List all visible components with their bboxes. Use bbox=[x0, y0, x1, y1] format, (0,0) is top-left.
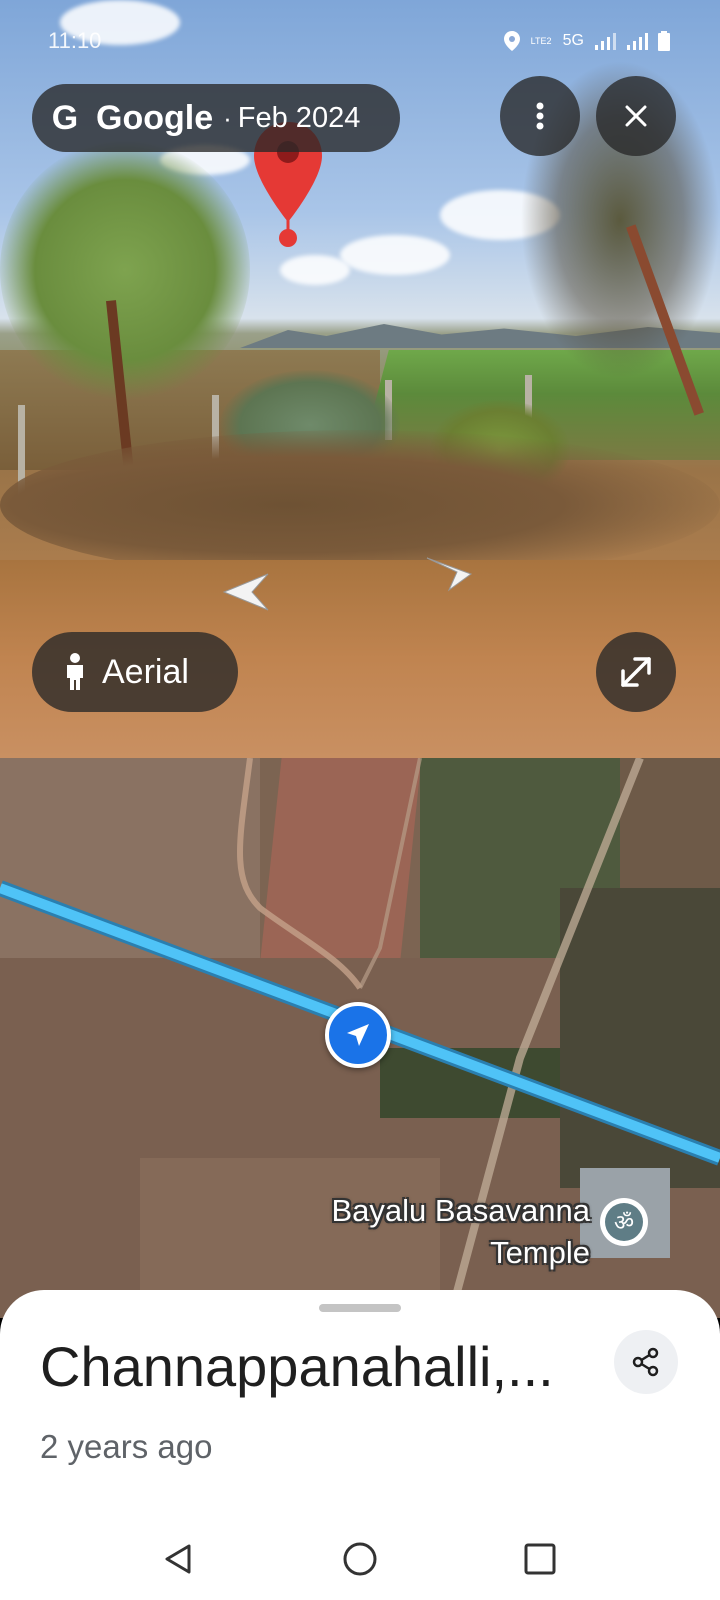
recents-icon bbox=[524, 1543, 556, 1575]
brand-label: Google bbox=[96, 98, 214, 137]
map-place-label-line2: Temple bbox=[490, 1235, 590, 1270]
separator: · bbox=[223, 102, 232, 133]
more-vert-icon bbox=[536, 102, 544, 130]
person-icon bbox=[67, 653, 83, 690]
imagery-age: 2 years ago bbox=[40, 1428, 213, 1465]
system-nav-bar bbox=[0, 1520, 720, 1600]
lte-label: LTE2 bbox=[530, 36, 552, 46]
temple-pin[interactable]: ॐ bbox=[600, 1198, 648, 1246]
back-icon bbox=[165, 1544, 191, 1574]
map-place-label[interactable]: Bayalu Basavanna Temple bbox=[270, 1190, 590, 1274]
imagery-header: G Google · Feb 2024 bbox=[32, 84, 400, 152]
cloud bbox=[340, 235, 450, 275]
more-options-button[interactable] bbox=[500, 76, 580, 156]
signal-icon bbox=[627, 33, 648, 50]
nav-arrow-icon[interactable] bbox=[425, 556, 475, 592]
signal-icon bbox=[595, 33, 616, 50]
share-icon bbox=[632, 1347, 659, 1377]
current-location-marker[interactable] bbox=[325, 1002, 391, 1068]
recents-button[interactable] bbox=[515, 1534, 565, 1584]
drag-handle[interactable] bbox=[319, 1304, 401, 1312]
expand-icon bbox=[621, 657, 651, 687]
close-button[interactable] bbox=[596, 76, 676, 156]
share-button[interactable] bbox=[614, 1330, 678, 1394]
nav-arrow-icon[interactable] bbox=[220, 572, 270, 612]
back-button[interactable] bbox=[153, 1534, 203, 1584]
cloud bbox=[280, 255, 350, 285]
home-icon bbox=[343, 1542, 377, 1576]
tree-canopy bbox=[0, 140, 250, 400]
network-type: 5G bbox=[562, 32, 584, 49]
place-title: Channappanahalli,... bbox=[40, 1335, 554, 1398]
capture-date: Feb 2024 bbox=[237, 101, 361, 134]
map-place-label-line1: Bayalu Basavanna bbox=[331, 1193, 590, 1228]
google-g-logo: G bbox=[51, 98, 79, 137]
status-bar: 11:10 LTE2 5G bbox=[0, 0, 720, 80]
aerial-toggle-button[interactable]: Aerial bbox=[32, 632, 238, 712]
status-icons: LTE2 5G bbox=[503, 30, 670, 52]
navigation-arrow-icon bbox=[347, 1024, 369, 1046]
dry-brush bbox=[0, 430, 720, 580]
home-button[interactable] bbox=[335, 1534, 385, 1584]
battery-icon bbox=[658, 31, 670, 51]
location-icon bbox=[503, 31, 520, 51]
expand-button[interactable] bbox=[596, 632, 676, 712]
close-icon bbox=[625, 105, 647, 127]
clock: 11:10 bbox=[48, 28, 102, 53]
aerial-label: Aerial bbox=[102, 652, 189, 691]
temple-icon: ॐ bbox=[605, 1203, 643, 1241]
